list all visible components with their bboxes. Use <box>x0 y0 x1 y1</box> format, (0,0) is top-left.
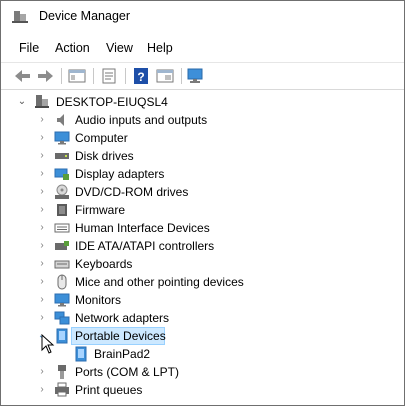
port-icon <box>58 365 66 379</box>
tree-item-brainpad2[interactable]: BrainPad2 <box>1 345 404 363</box>
expand-chevron-icon[interactable]: › <box>37 258 47 270</box>
expand-chevron-icon[interactable]: › <box>37 312 47 324</box>
tree-item-network-adapters[interactable]: › Network adapters <box>1 309 404 327</box>
help-icon[interactable]: ? <box>131 67 151 85</box>
portable-device-icon <box>56 328 68 344</box>
window-title: Device Manager <box>39 9 131 23</box>
tree-item-label: Human Interface Devices <box>75 221 210 235</box>
keyboard-icon <box>54 260 70 269</box>
menu-help[interactable]: Help <box>147 41 173 55</box>
toolbar-separator <box>125 68 126 84</box>
expand-chevron-icon[interactable]: › <box>37 366 47 378</box>
forward-arrow-icon[interactable] <box>35 67 55 85</box>
expand-chevron-icon[interactable]: › <box>37 150 47 162</box>
tree-item-label: Audio inputs and outputs <box>75 113 208 127</box>
tree-item-portable-devices[interactable]: ⌄ Portable Devices <box>1 327 404 345</box>
toolbar-separator <box>181 68 182 84</box>
expand-chevron-icon[interactable]: › <box>37 132 47 144</box>
show-hidden-icon[interactable] <box>155 67 175 85</box>
tree-item-label: Mice and other pointing devices <box>75 275 244 289</box>
menu-file[interactable]: File <box>19 41 39 55</box>
tree-item-firmware[interactable]: › Firmware <box>1 201 404 219</box>
properties-icon[interactable] <box>99 67 119 85</box>
tree-item-hid[interactable]: › Human Interface Devices <box>1 219 404 237</box>
display-adapter-icon <box>54 168 69 180</box>
back-arrow-icon[interactable] <box>13 67 33 85</box>
menu-action[interactable]: Action <box>55 41 90 55</box>
network-adapter-icon <box>54 311 70 325</box>
tree-item-label: Ports (COM & LPT) <box>75 365 180 379</box>
mouse-icon <box>57 274 67 290</box>
tree-item-label: Network adapters <box>75 311 170 325</box>
tree-item-keyboards[interactable]: › Keyboards <box>1 255 404 273</box>
tree-item-computer[interactable]: › Computer <box>1 129 404 147</box>
show-hide-console-tree-icon[interactable] <box>67 67 87 85</box>
expand-chevron-icon[interactable]: › <box>37 204 47 216</box>
tree-item-label: Monitors <box>75 293 122 307</box>
printer-icon <box>55 382 69 397</box>
tree-root-row[interactable]: ⌄ DESKTOP-EIUQSL4 <box>1 93 404 111</box>
tree-item-label: Disk drives <box>75 149 134 163</box>
tree-item-label: Print queues <box>75 383 143 397</box>
monitor-icon <box>54 131 70 145</box>
device-manager-app-icon <box>12 11 28 23</box>
svg-text:?: ? <box>137 70 144 84</box>
tree-item-label: Display adapters <box>75 167 165 181</box>
tree-item-dvd-drives[interactable]: › DVD/CD-ROM drives <box>1 183 404 201</box>
tree-item-disk-drives[interactable]: › Disk drives <box>1 147 404 165</box>
tree-item-ports[interactable]: › Ports (COM & LPT) <box>1 363 404 381</box>
tree-item-ide[interactable]: › IDE ATA/ATAPI controllers <box>1 237 404 255</box>
device-tree: ⌄ DESKTOP-EIUQSL4 › Audio inputs and out… <box>1 89 404 405</box>
expand-chevron-icon[interactable]: › <box>37 276 47 288</box>
tree-item-monitors[interactable]: › Monitors <box>1 291 404 309</box>
portable-device-icon <box>75 346 87 362</box>
disk-drive-icon <box>55 153 69 159</box>
tree-item-display-adapters[interactable]: › Display adapters <box>1 165 404 183</box>
tree-item-label: Firmware <box>75 203 125 217</box>
tree-item-label: IDE ATA/ATAPI controllers <box>75 239 215 253</box>
computer-tower-icon <box>35 95 49 108</box>
dvd-drive-icon <box>55 184 69 199</box>
tree-item-label: Portable Devices <box>75 329 166 343</box>
tree-item-print-queues[interactable]: › Print queues <box>1 381 404 399</box>
root-computer-label: DESKTOP-EIUQSL4 <box>56 95 168 109</box>
tree-item-audio[interactable]: › Audio inputs and outputs <box>1 111 404 129</box>
ide-controller-icon <box>55 241 69 250</box>
hid-keyboard-icon <box>54 223 70 233</box>
tree-item-label: BrainPad2 <box>94 347 151 361</box>
monitor-icon <box>54 293 70 307</box>
speaker-icon <box>57 114 64 126</box>
menu-bar: File Action View Help <box>1 39 404 59</box>
toolbar-separator <box>93 68 94 84</box>
expand-chevron-icon[interactable]: › <box>37 186 47 198</box>
expand-chevron-icon[interactable]: › <box>37 222 47 234</box>
toolbar: ? <box>1 62 404 89</box>
toolbar-separator <box>61 68 62 84</box>
expand-chevron-icon[interactable]: › <box>37 240 47 252</box>
tree-item-label: DVD/CD-ROM drives <box>75 185 189 199</box>
firmware-chip-icon <box>57 204 67 216</box>
tree-item-mice[interactable]: › Mice and other pointing devices <box>1 273 404 291</box>
mouse-pointer-icon <box>41 334 55 354</box>
expand-chevron-icon[interactable]: › <box>37 294 47 306</box>
collapse-chevron-icon[interactable]: ⌄ <box>17 96 27 108</box>
expand-chevron-icon[interactable]: › <box>37 384 47 396</box>
expand-chevron-icon[interactable]: › <box>37 114 47 126</box>
menu-view[interactable]: View <box>106 41 133 55</box>
tree-item-label: Keyboards <box>75 257 133 271</box>
tree-item-label: Computer <box>75 131 128 145</box>
scan-hardware-icon[interactable] <box>186 67 206 85</box>
expand-chevron-icon[interactable]: › <box>37 168 47 180</box>
device-manager-window: Device Manager File Action View Help ? ⌄… <box>0 0 405 406</box>
title-bar: Device Manager <box>1 1 404 33</box>
